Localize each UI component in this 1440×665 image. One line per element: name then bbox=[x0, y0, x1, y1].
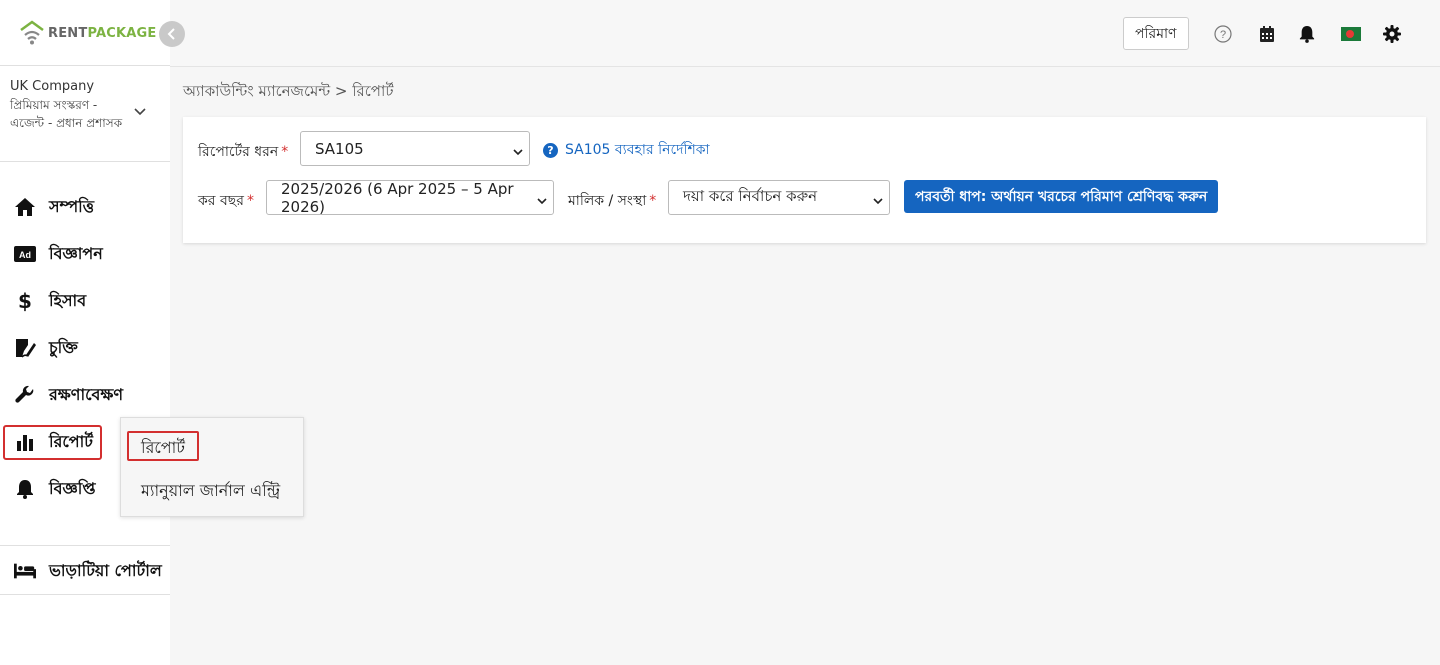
chevron-down-icon bbox=[537, 192, 547, 205]
bed-icon bbox=[14, 560, 36, 582]
sidebar-item-label: চুক্তি bbox=[49, 337, 78, 357]
chevron-left-icon bbox=[167, 28, 175, 40]
flag-icon[interactable] bbox=[1340, 24, 1362, 44]
usage-guide-link[interactable]: ? SA105 ব্যবহার নির্দেশিকা bbox=[543, 138, 710, 162]
sidebar-item-label: ভাড়াটিয়া পোর্টাল bbox=[49, 560, 162, 580]
report-type-value: SA105 bbox=[315, 139, 364, 158]
divider bbox=[0, 594, 170, 595]
sidebar-item-label: সম্পত্তি bbox=[49, 196, 95, 216]
company-selector[interactable]: UK Company প্রিমিয়াম সংস্করণ - এজেন্ট -… bbox=[10, 78, 128, 132]
sidebar-item-accounts[interactable]: $ হিসাব bbox=[0, 283, 170, 319]
logo-package-text: PACKAGE bbox=[87, 25, 157, 41]
divider bbox=[0, 545, 170, 546]
gear-icon[interactable] bbox=[1382, 24, 1402, 44]
wrench-icon bbox=[14, 384, 36, 406]
sidebar-item-label: হিসাব bbox=[49, 290, 87, 310]
usage-guide-link-text: SA105 ব্যবহার নির্দেশিকা bbox=[565, 142, 710, 158]
notification-bell-icon[interactable] bbox=[1297, 24, 1317, 44]
contract-icon bbox=[14, 337, 36, 359]
sidebar-item-ads[interactable]: Ad বিজ্ঞাপন bbox=[0, 236, 170, 272]
logo-wifi-icon bbox=[18, 19, 46, 47]
company-details: প্রিমিয়াম সংস্করণ - এজেন্ট - প্রধান প্র… bbox=[10, 98, 123, 130]
tax-year-label: কর বছর * bbox=[198, 189, 254, 213]
sidebar-item-tenant-portal[interactable]: ভাড়াটিয়া পোর্টাল bbox=[0, 553, 170, 589]
sidebar-item-label: বিজ্ঞপ্তি bbox=[49, 478, 96, 498]
sidebar: RENTPACKAGE UK Company প্রিমিয়াম সংস্কর… bbox=[0, 0, 170, 665]
sidebar-item-contract[interactable]: চুক্তি bbox=[0, 330, 170, 366]
topbar: পরিমাণ ? bbox=[170, 0, 1440, 67]
next-step-button[interactable]: পরবর্তী ধাপ: অর্থায়ন খরচের পরিমাণ শ্রেণ… bbox=[904, 180, 1219, 213]
svg-text:?: ? bbox=[1220, 29, 1226, 41]
report-type-label: রিপোর্টের ধরন * bbox=[198, 140, 288, 164]
calendar-icon[interactable] bbox=[1257, 24, 1277, 44]
logo[interactable]: RENTPACKAGE bbox=[18, 18, 156, 48]
chevron-down-icon bbox=[513, 143, 523, 156]
sidebar-item-label: বিজ্ঞাপন bbox=[49, 243, 103, 263]
help-circle-icon: ? bbox=[543, 142, 558, 158]
chevron-down-icon[interactable] bbox=[132, 104, 148, 120]
required-marker: * bbox=[246, 193, 254, 209]
sidebar-item-label: রক্ষণাবেক্ষণ bbox=[49, 384, 124, 404]
bell-icon bbox=[14, 478, 36, 500]
dollar-icon: $ bbox=[18, 289, 32, 313]
owner-label: মালিক / সংস্থা * bbox=[568, 189, 656, 213]
sidebar-item-maintenance[interactable]: রক্ষণাবেক্ষণ bbox=[0, 377, 170, 413]
report-type-select[interactable]: SA105 bbox=[300, 131, 530, 166]
owner-label-text: মালিক / সংস্থা bbox=[568, 193, 647, 209]
collapse-sidebar-button[interactable] bbox=[159, 21, 185, 47]
tax-year-label-text: কর বছর bbox=[198, 193, 244, 209]
logo-rent-text: RENT bbox=[48, 25, 88, 41]
chevron-down-icon bbox=[873, 192, 883, 205]
breadcrumb: অ্যাকাউন্টিং ম্যানেজমেন্ট > রিপোর্ট bbox=[183, 82, 394, 100]
active-submenu-highlight bbox=[127, 431, 199, 461]
sidebar-item-property[interactable]: সম্পত্তি bbox=[0, 189, 170, 225]
active-item-highlight bbox=[3, 425, 102, 460]
report-type-label-text: রিপোর্টের ধরন bbox=[198, 144, 279, 160]
owner-value: দয়া করে নির্বাচন করুন bbox=[683, 187, 818, 205]
owner-select[interactable]: দয়া করে নির্বাচন করুন bbox=[668, 180, 890, 215]
svg-text:Ad: Ad bbox=[19, 250, 31, 260]
amount-button[interactable]: পরিমাণ bbox=[1123, 17, 1189, 50]
divider bbox=[0, 65, 170, 66]
required-marker: * bbox=[281, 144, 289, 160]
tax-year-value: 2025/2026 (6 Apr 2025 – 5 Apr 2026) bbox=[281, 179, 514, 216]
ad-icon: Ad bbox=[14, 243, 36, 265]
tax-year-select[interactable]: 2025/2026 (6 Apr 2025 – 5 Apr 2026) bbox=[266, 179, 554, 216]
submenu-item-manual-journal-entry[interactable]: ম্যানুয়াল জার্নাল এন্ট্রি bbox=[141, 478, 280, 505]
report-form-card: রিপোর্টের ধরন * SA105 ? SA105 ব্যবহার নির… bbox=[183, 117, 1426, 243]
divider bbox=[0, 161, 170, 162]
reports-submenu: রিপোর্ট ম্যানুয়াল জার্নাল এন্ট্রি bbox=[120, 417, 304, 517]
help-icon[interactable]: ? bbox=[1213, 24, 1233, 44]
company-name: UK Company bbox=[10, 79, 95, 94]
required-marker: * bbox=[649, 193, 657, 209]
home-icon bbox=[14, 196, 36, 218]
